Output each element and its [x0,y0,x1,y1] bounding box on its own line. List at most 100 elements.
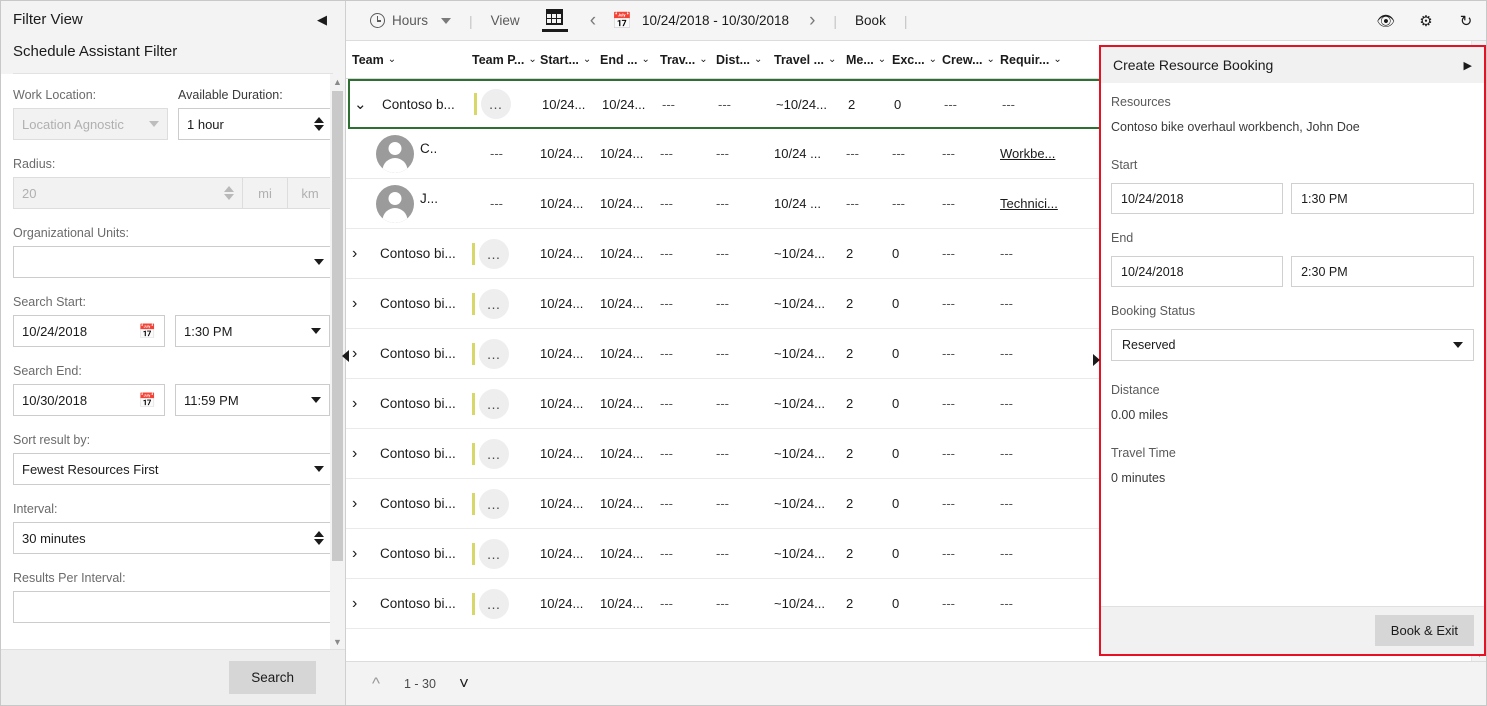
chevron-down-icon[interactable]: ⌄ [987,54,995,65]
chevron-down-icon[interactable]: ⌄ [1053,54,1061,65]
chevron-down-icon[interactable]: ⌄ [699,54,707,65]
eye-icon[interactable]: 👁 [1366,1,1406,41]
chevron-right-icon[interactable]: › [352,395,374,413]
sidebar-collapse-handle[interactable] [338,341,352,371]
column-header-0[interactable]: Team ⌄ [352,53,472,67]
table-cell: --- [846,196,859,211]
stepper-arrows-icon[interactable] [314,531,324,545]
chevron-down-icon[interactable]: ⌄ [528,54,536,65]
chevron-up-icon[interactable]: ^ [360,668,392,700]
hours-dropdown[interactable]: Hours [360,1,461,41]
radius-unit-mi[interactable]: mi [243,177,288,209]
more-options-button[interactable]: … [479,288,509,319]
column-header-6[interactable]: Travel ... ⌄ [774,53,846,67]
column-header-1[interactable]: Team P... ⌄ [472,53,540,67]
scroll-up-icon[interactable]: ▲ [330,74,345,89]
triangle-right-icon[interactable]: ▶ [1464,59,1472,72]
chevron-down-icon[interactable]: ⌄ [583,54,591,65]
next-period-button[interactable]: › [799,10,825,32]
results-per-interval-group: Results Per Interval: [13,571,333,623]
column-header-3[interactable]: End ... ⌄ [600,53,660,67]
chevron-right-icon[interactable]: › [352,495,374,513]
grid-view-toggle[interactable] [530,1,580,41]
more-options-button[interactable]: … [479,338,509,369]
panel-collapse-handle[interactable] [1090,347,1102,373]
stepper-arrows-icon[interactable] [314,117,324,131]
radius-input[interactable]: 20 [13,177,243,209]
chevron-right-icon[interactable]: › [352,445,374,463]
panel-start-date-input[interactable]: 10/24/2018 [1111,183,1284,214]
table-cell: 2 [846,496,854,511]
more-options-button[interactable]: … [479,238,509,269]
chevron-down-icon[interactable]: ⌄ [929,54,937,65]
panel-start-time-input[interactable]: 1:30 PM [1291,183,1474,214]
prev-period-button[interactable]: ‹ [580,10,606,32]
chevron-down-icon[interactable]: ⌄ [828,54,836,65]
chevron-right-icon[interactable]: › [352,295,374,313]
chevron-down-icon[interactable]: ˅ [448,668,480,700]
table-cell: --- [660,596,673,611]
column-header-4[interactable]: Trav... ⌄ [660,53,716,67]
book-button[interactable]: Book [845,1,896,41]
chevron-down-icon[interactable]: ⌄ [754,54,762,65]
grid-view-icon [546,9,564,26]
chevron-right-icon[interactable]: › [352,595,374,613]
requirement-link[interactable]: Technici... [1000,196,1066,211]
booking-status-select[interactable]: Reserved [1111,329,1474,361]
sidebar-scrollbar-thumb[interactable] [332,91,343,561]
search-start-date-input[interactable]: 10/24/2018 📅 [13,315,165,347]
radius-unit-km[interactable]: km [288,177,333,209]
sort-by-select[interactable]: Fewest Resources First [13,453,333,485]
chevron-right-icon[interactable]: › [352,345,374,363]
more-options-button[interactable]: … [479,438,509,469]
more-options-button[interactable]: … [481,89,511,119]
search-end-date-input[interactable]: 10/30/2018 📅 [13,384,165,416]
table-cell: 0 [892,396,900,411]
more-options-button[interactable]: … [479,488,509,519]
chevron-down-icon[interactable]: ⌄ [878,54,886,65]
scroll-down-icon[interactable]: ▼ [330,634,345,649]
interval-stepper[interactable]: 30 minutes [13,522,333,554]
search-button[interactable]: Search [229,661,316,694]
refresh-icon[interactable]: ↻ [1446,1,1486,41]
book-and-exit-button[interactable]: Book & Exit [1374,615,1474,646]
panel-end-time-input[interactable]: 2:30 PM [1291,256,1474,287]
resource-name: C.. [420,140,438,156]
requirement-link[interactable]: Workbe... [1000,146,1066,161]
search-end-row: 10/30/2018 📅 11:59 PM [13,384,333,416]
calendar-icon[interactable]: 📅 [606,11,632,31]
calendar-icon[interactable]: 📅 [139,323,156,340]
chevron-right-icon[interactable]: › [352,545,374,563]
more-options-button[interactable]: … [479,588,509,619]
column-header-10[interactable]: Requir... ⌄ [1000,53,1066,67]
results-per-interval-input[interactable] [13,591,333,623]
travel-time-value: 0 minutes [1111,471,1166,485]
org-units-select[interactable] [13,246,333,278]
work-location-select[interactable]: Location Agnostic [13,108,168,140]
chevron-down-icon[interactable]: ⌄ [388,54,396,65]
chevron-right-icon[interactable]: › [352,245,374,263]
column-header-8[interactable]: Exc... ⌄ [892,53,942,67]
available-duration-stepper[interactable]: 1 hour [178,108,333,140]
calendar-icon[interactable]: 📅 [139,392,156,409]
view-label-button[interactable]: View [481,1,530,41]
stepper-arrows-icon[interactable] [224,186,234,200]
column-header-7[interactable]: Me... ⌄ [846,53,892,67]
column-header-9[interactable]: Crew... ⌄ [942,53,1000,67]
more-options-button[interactable]: … [479,388,509,419]
status-bar-indicator [472,342,475,365]
status-bar-indicator [472,292,475,315]
column-header-5[interactable]: Dist... ⌄ [716,53,774,67]
chevron-left-icon[interactable]: ◀ [317,13,333,26]
search-end-time-select[interactable]: 11:59 PM [175,384,330,416]
column-header-2[interactable]: Start... ⌄ [540,53,600,67]
table-cell: ~10/24... [774,296,825,311]
more-options-button[interactable]: … [479,538,509,569]
chevron-down-icon[interactable]: ⌄ [354,95,376,113]
column-header-label: Team P... [472,52,525,67]
gear-icon[interactable]: ⚙ [1406,1,1446,41]
chevron-down-icon[interactable]: ⌄ [642,54,650,65]
row-actions-cell: … [472,388,540,419]
panel-end-date-input[interactable]: 10/24/2018 [1111,256,1284,287]
search-start-time-select[interactable]: 1:30 PM [175,315,330,347]
